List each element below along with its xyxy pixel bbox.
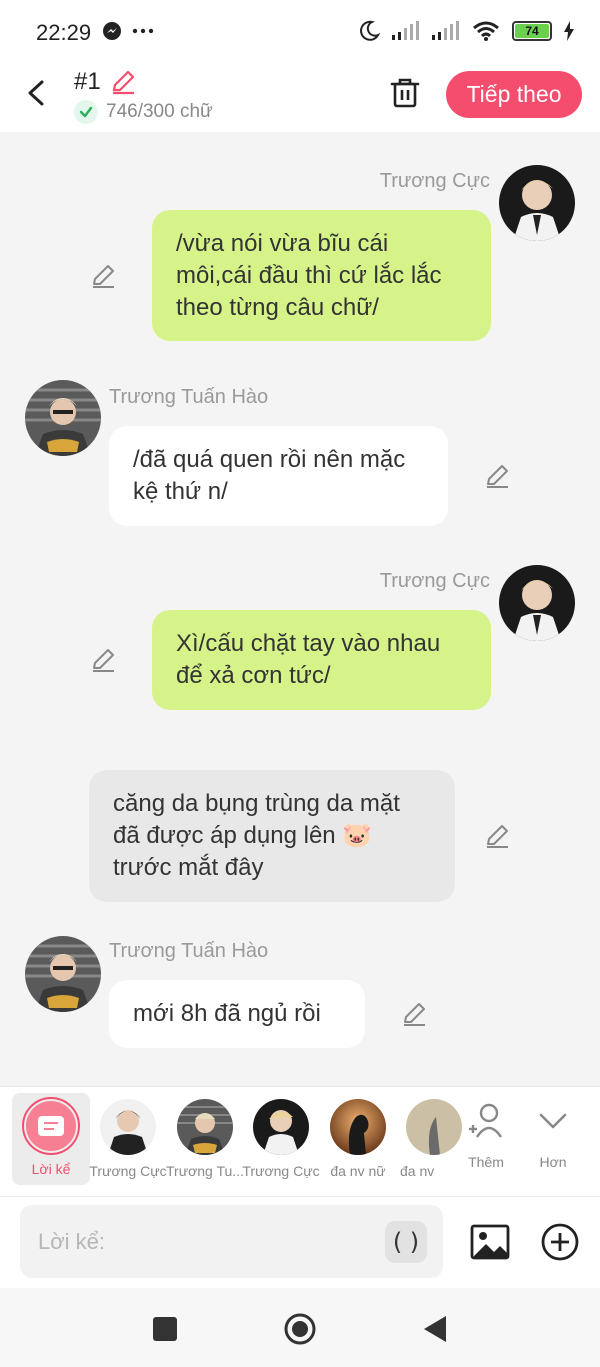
plus-circle-icon[interactable] [540, 1222, 580, 1262]
add-person-icon [469, 1103, 502, 1138]
editor-header: #1 746/300 chữ Tiếp theo [0, 62, 600, 132]
signal-icon [392, 21, 419, 40]
character-name: Trương Cực [242, 1163, 320, 1179]
narration-icon [22, 1097, 80, 1155]
character-selector: Lời kể Trương Cực Trương Tu... Trương Cự… [0, 1086, 600, 1196]
edit-message-icon[interactable] [483, 462, 511, 490]
wifi-icon [473, 21, 499, 41]
back-button[interactable] [22, 78, 52, 108]
home-icon[interactable] [283, 1312, 317, 1346]
avatar[interactable] [25, 380, 101, 456]
character-avatar [100, 1099, 156, 1155]
message-bubble[interactable]: Xì/cấu chặt tay vào nhau để xả cơn tức/ [152, 610, 491, 710]
character-item[interactable]: đa nv [394, 1095, 462, 1179]
word-count: 746/300 chữ [106, 101, 213, 122]
status-system-icons: 74 [358, 20, 574, 42]
narration-label: Lời kể [31, 1161, 71, 1177]
status-time: 22:29 [36, 20, 92, 45]
title-row: #1 [74, 68, 137, 96]
edit-message-icon[interactable] [400, 1000, 428, 1028]
add-character-label: Thêm [468, 1154, 504, 1170]
sender-name: Trương Cực [379, 170, 490, 192]
chat-area[interactable]: Trương Cực /vừa nói vừa bĩu cái môi,cái … [0, 132, 600, 1086]
avatar[interactable] [499, 565, 575, 641]
sender-name: Trương Cực [379, 570, 490, 592]
next-button[interactable]: Tiếp theo [446, 71, 582, 118]
more-dots-icon [132, 28, 154, 34]
status-notifications [102, 21, 154, 41]
character-avatar [253, 1099, 309, 1155]
expand-label: Hơn [539, 1154, 567, 1170]
battery-level: 74 [515, 24, 549, 38]
character-avatar [177, 1099, 233, 1155]
avatar[interactable] [25, 936, 101, 1012]
charging-icon [564, 21, 574, 41]
messenger-icon [103, 22, 121, 40]
check-icon [74, 100, 98, 124]
character-name: đa nv nữ [330, 1163, 386, 1179]
chevron-down-icon [539, 1113, 567, 1129]
signal-2-icon [432, 21, 459, 40]
edit-message-icon[interactable] [89, 646, 117, 674]
avatar[interactable] [499, 165, 575, 241]
character-name: Trương Tu... [166, 1163, 244, 1179]
edit-title-icon[interactable] [109, 68, 137, 96]
input-bar: ( ) [0, 1196, 600, 1288]
trash-icon[interactable] [388, 76, 422, 110]
add-character-button[interactable]: Thêm [451, 1101, 521, 1170]
narration-input[interactable] [38, 1225, 378, 1259]
edit-message-icon[interactable] [89, 262, 117, 290]
edit-message-icon[interactable] [483, 822, 511, 850]
moon-icon [360, 20, 380, 41]
back-nav-icon[interactable] [418, 1312, 452, 1346]
message-bubble[interactable]: mới 8h đã ngủ rồi [109, 980, 365, 1048]
character-item[interactable]: Trương Tu... [165, 1095, 245, 1179]
character-avatar [330, 1099, 386, 1155]
chapter-title: #1 [74, 68, 101, 95]
sender-name: Trương Tuấn Hào [109, 940, 269, 962]
recent-apps-icon[interactable] [148, 1312, 182, 1346]
word-count-row: 746/300 chữ [74, 100, 213, 124]
status-bar: 22:29 74 [0, 0, 600, 62]
parenthesis-button[interactable]: ( ) [385, 1221, 427, 1263]
narration-selector[interactable]: Lời kể [12, 1093, 90, 1185]
character-item[interactable]: Trương Cực [241, 1095, 321, 1179]
character-name: đa nv [400, 1163, 435, 1179]
image-icon[interactable] [470, 1222, 510, 1262]
character-item[interactable]: đa nv nữ [318, 1095, 398, 1179]
system-nav-bar [0, 1288, 600, 1367]
message-bubble[interactable]: /vừa nói vừa bĩu cái môi,cái đầu thì cứ … [152, 210, 491, 341]
input-box: ( ) [20, 1205, 443, 1278]
sender-name: Trương Tuấn Hào [109, 386, 269, 408]
expand-button[interactable]: Hơn [518, 1101, 588, 1170]
narration-bubble[interactable]: căng da bụng trùng da mặt đã được áp dụn… [89, 770, 455, 902]
character-item[interactable]: Trương Cực [88, 1095, 168, 1179]
battery-indicator: 74 [512, 21, 552, 41]
message-bubble[interactable]: /đã quá quen rồi nên mặc kệ thứ n/ [109, 426, 448, 526]
character-name: Trương Cực [89, 1163, 167, 1179]
